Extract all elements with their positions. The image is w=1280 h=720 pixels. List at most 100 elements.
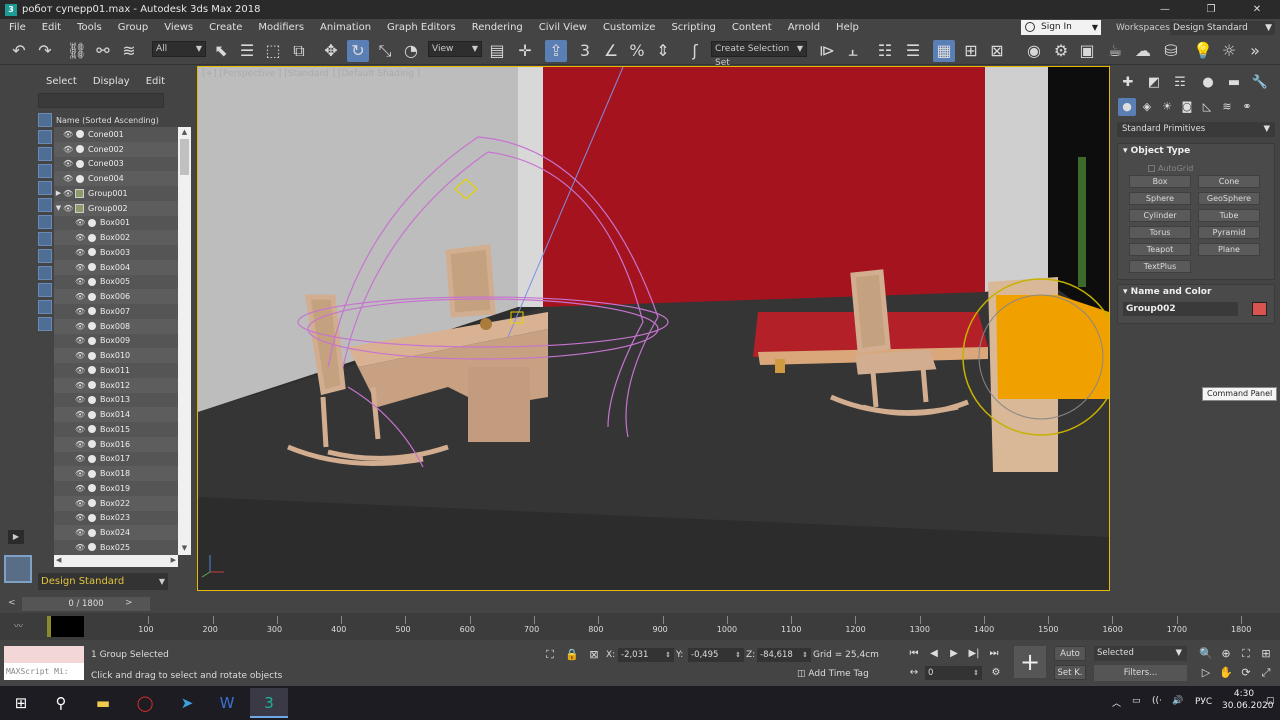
visibility-eye-icon[interactable]: 👁 [75,543,85,552]
scene-tree-row[interactable]: 👁 Box024 [54,525,178,540]
scene-tree-row[interactable]: 👁 Box025 [54,540,178,555]
maxscript-listener[interactable]: MAXScript Mi: [4,646,84,680]
edit-named-selection-icon[interactable]: ʃ [684,40,706,62]
tube-button[interactable]: Tube [1198,209,1260,222]
next-frame-icon[interactable]: ▶| [966,646,982,662]
scene-tree-row[interactable]: 👁 Box004 [54,259,178,275]
display-hidden-icon[interactable] [38,317,52,331]
teapot-button[interactable]: Teapot [1129,243,1191,256]
motion-panel-icon[interactable]: ● [1198,74,1218,92]
workspace-switcher[interactable]: Design Standard ▼ [38,573,168,590]
word-icon[interactable]: W [208,688,246,718]
scene-tree-row[interactable]: 👁 Box019 [54,481,178,496]
sphere-button[interactable]: Sphere [1129,192,1191,205]
volume-icon[interactable]: 🔊 [1172,696,1183,706]
spinner-snap-icon[interactable]: ⇕ [652,40,674,62]
windows-start-icon[interactable]: ⊞ [2,688,40,718]
opera-icon[interactable]: ◯ [126,688,164,718]
visibility-eye-icon[interactable]: 👁 [63,204,73,213]
menu-file[interactable]: File [0,19,34,37]
telegram-icon[interactable]: ➤ [168,688,206,718]
pivot-center-icon[interactable]: ▤ [486,40,508,62]
display-space-warps-icon[interactable] [38,198,52,212]
scene-tree-row[interactable]: 👁 Box002 [54,230,178,245]
visibility-eye-icon[interactable]: 👁 [75,336,85,345]
redo-icon[interactable]: ↷ [34,40,56,62]
expand-toggle-icon[interactable]: ▶ [54,189,63,197]
set-key-big-button[interactable]: + [1014,646,1046,678]
plane-button[interactable]: Plane [1198,243,1260,256]
search-icon[interactable]: ⚲ [42,688,80,718]
toolbar-overflow-icon[interactable]: » [1244,40,1266,62]
toggle-ribbon-icon[interactable]: ▦ [933,40,955,62]
visibility-eye-icon[interactable]: 👁 [75,248,85,257]
go-to-end-icon[interactable]: ⏭ [986,646,1002,662]
display-bones-icon[interactable] [38,249,52,263]
explorer-tab-display[interactable]: Display [93,76,130,87]
render-production-icon[interactable]: ☕ [1104,40,1126,62]
scroll-up-icon[interactable]: ▲ [178,128,191,138]
visibility-eye-icon[interactable]: 👁 [75,454,85,463]
scene-tree-row[interactable]: 👁 Cone001 [54,127,178,142]
utilities-panel-icon[interactable]: 🔧 [1250,74,1270,92]
pyramid-button[interactable]: Pyramid [1198,226,1260,239]
explorer-horizontal-scrollbar[interactable]: ◀ ▶ [54,555,178,567]
visibility-eye-icon[interactable]: 👁 [75,218,85,227]
network-icon[interactable]: ▭ [1132,696,1141,706]
menu-help[interactable]: Help [828,19,867,37]
menu-graph-editors[interactable]: Graph Editors [379,19,464,37]
visibility-eye-icon[interactable]: 👁 [75,499,85,508]
scene-tree-row[interactable]: 👁 Box012 [54,377,178,393]
spinner-icon[interactable]: ⇕ [802,648,808,662]
show-hidden-icons-icon[interactable]: ︿ [1112,696,1121,709]
display-containers-icon[interactable] [38,266,52,280]
explorer-search-input[interactable] [38,93,164,108]
cylinder-button[interactable]: Cylinder [1129,209,1191,222]
scene-tree-row[interactable]: 👁 Box009 [54,334,178,349]
undo-icon[interactable]: ↶ [8,40,30,62]
maximize-viewport-icon[interactable]: ⤢ [1258,665,1274,681]
percent-snap-icon[interactable]: % [626,40,648,62]
scroll-thumb[interactable] [180,139,189,175]
curve-editor-icon[interactable]: ⊞ [960,40,982,62]
scene-tree-row[interactable]: 👁 Box005 [54,275,178,290]
visibility-eye-icon[interactable]: 👁 [63,159,73,168]
zoom-extents-icon[interactable]: ⛶ [1238,646,1254,662]
spinner-icon[interactable]: ⇕ [973,666,979,680]
viewport-label[interactable]: [+] [Perspective ] [Standard ] [Default … [202,69,420,79]
name-and-color-rollout-header[interactable]: ▾ Name and Color [1118,285,1274,299]
scene-tree-row[interactable]: 👁 Box003 [54,245,178,260]
scene-tree-row[interactable]: 👁 Box018 [54,466,178,481]
window-crossing-icon[interactable]: ⧉ [288,40,310,62]
helpers-category-icon[interactable]: ◺ [1198,98,1216,116]
scene-tree-row[interactable]: 👁 Box016 [54,436,178,452]
expand-toggle-icon[interactable]: ▼ [54,204,63,212]
textplus-button[interactable]: TextPlus [1129,260,1191,273]
field-of-view-icon[interactable]: ▷ [1198,665,1214,681]
select-and-scale-icon[interactable]: ⤡ [374,40,396,62]
shapes-category-icon[interactable]: ◈ [1138,98,1156,116]
snaps-toggle-icon[interactable]: 3 [574,40,596,62]
select-and-rotate-icon[interactable]: ↻ [347,40,369,62]
schematic-view-icon[interactable]: ⊠ [986,40,1008,62]
select-and-move-icon[interactable]: ✥ [320,40,342,62]
visibility-eye-icon[interactable]: 👁 [75,528,85,537]
visibility-eye-icon[interactable]: 👁 [75,277,85,286]
torus-button[interactable]: Torus [1129,226,1191,239]
scene-tree-row[interactable]: 👁 Cone002 [54,141,178,157]
notifications-icon[interactable]: ▢ [1266,696,1275,706]
visibility-eye-icon[interactable]: 👁 [75,351,85,360]
display-panel-icon[interactable]: ▬ [1224,74,1244,92]
visibility-eye-icon[interactable]: 👁 [75,484,85,493]
systems-category-icon[interactable]: ⚭ [1238,98,1256,116]
create-panel-icon[interactable]: ✚ [1118,74,1138,92]
explorer-tab-select[interactable]: Select [46,76,77,87]
a360-gallery-icon[interactable]: ⛁ [1160,40,1182,62]
visibility-eye-icon[interactable]: 👁 [63,174,73,183]
scene-tree-row[interactable]: 👁 Box017 [54,452,178,467]
time-configuration-icon[interactable]: ⚙ [988,665,1004,681]
zoom-icon[interactable]: 🔍 [1198,646,1214,662]
visibility-eye-icon[interactable]: 👁 [75,469,85,478]
menu-arnold[interactable]: Arnold [780,19,828,37]
scroll-down-icon[interactable]: ▼ [178,544,191,554]
